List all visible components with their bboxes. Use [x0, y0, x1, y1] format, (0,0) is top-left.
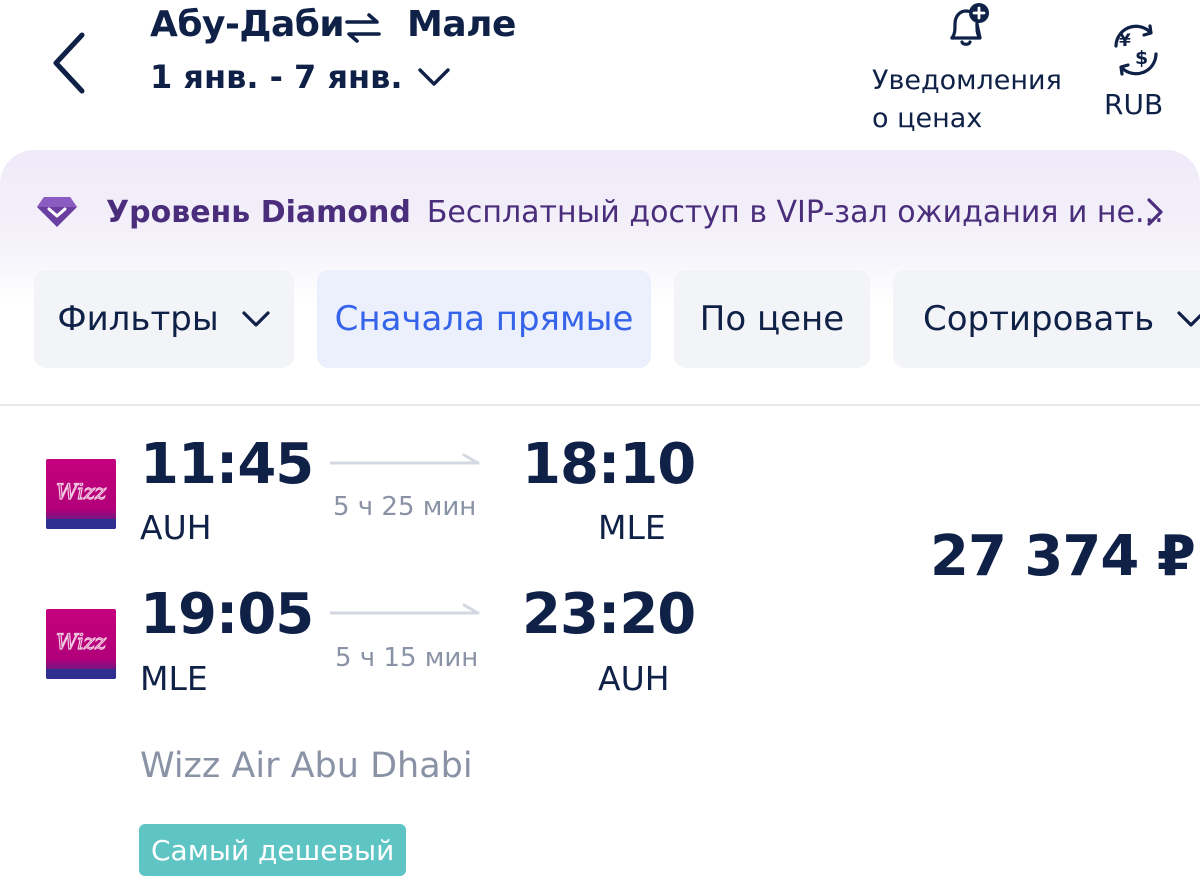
origin-city[interactable]: Абу-Даби	[150, 4, 345, 45]
airline-name: Wizz Air Abu Dhabi	[140, 746, 473, 786]
filters-button[interactable]: Фильтры	[34, 270, 294, 368]
currency-label: RUB	[1104, 88, 1164, 121]
outbound-arrival-code: MLE	[598, 508, 666, 547]
back-arrow-icon	[53, 32, 85, 94]
date-range-text: 1 янв. - 7 янв.	[150, 58, 403, 96]
sort-by-price-label: По цене	[699, 299, 845, 339]
svg-text:$: $	[1135, 47, 1148, 69]
flight-arrow-icon	[330, 603, 480, 615]
diamond-level-label: Уровень Diamond	[106, 194, 411, 230]
wizz-logo-text: Wizz	[56, 480, 107, 504]
price-alerts-label-line1: Уведомления	[872, 65, 1062, 96]
sort-button[interactable]: Сортировать	[893, 270, 1200, 368]
swap-arrows-icon[interactable]	[343, 10, 383, 46]
chevron-down-icon	[242, 311, 270, 327]
bell-plus-icon	[950, 3, 989, 46]
outbound-duration: 5 ч 25 мин	[333, 492, 477, 522]
destination-city[interactable]: Мале	[407, 4, 516, 45]
chevron-down-icon	[1177, 311, 1200, 327]
divider	[0, 404, 1200, 406]
flight-arrow-icon	[330, 453, 480, 465]
cheapest-badge: Самый дешевый	[139, 824, 407, 876]
flight-price[interactable]: 27 374 ₽	[930, 524, 1196, 589]
diamond-level-row[interactable]: Уровень Diamond Бесплатный доступ в VIP-…	[36, 192, 1176, 232]
return-arrival-time: 23:20	[522, 582, 696, 647]
return-duration: 5 ч 15 мин	[335, 643, 479, 673]
wizz-air-logo: Wizz	[46, 459, 116, 529]
date-range-selector[interactable]: 1 янв. - 7 янв.	[150, 58, 451, 96]
filters-label: Фильтры	[57, 299, 219, 339]
direct-first-button[interactable]: Сначала прямые	[317, 270, 651, 368]
outbound-departure-code: AUH	[140, 508, 212, 547]
chevron-down-icon	[417, 68, 450, 86]
price-alerts-label-line2: о ценах	[872, 103, 983, 134]
wizz-logo-text: Wizz	[56, 630, 107, 654]
return-departure-code: MLE	[140, 659, 208, 698]
sort-label: Сортировать	[923, 299, 1155, 339]
return-arrival-code: AUH	[598, 659, 670, 698]
svg-text:¥: ¥	[1119, 31, 1131, 51]
header: Абу-Даби Мале 1 янв. - 7 янв. Уведомлени…	[0, 0, 1200, 150]
price-alerts-button[interactable]: Уведомления о ценах	[868, 0, 1064, 148]
chevron-right-icon	[1147, 198, 1163, 226]
outbound-arrival-time: 18:10	[522, 432, 696, 497]
return-departure-time: 19:05	[140, 582, 314, 647]
diamond-benefit-text: Бесплатный доступ в VIP-зал ожидания и н…	[426, 194, 1164, 230]
wizz-air-logo: Wizz	[46, 609, 116, 679]
currency-button[interactable]: ¥ $ RUB	[1096, 20, 1172, 130]
direct-first-label: Сначала прямые	[334, 299, 634, 339]
outbound-departure-time: 11:45	[140, 432, 314, 497]
diamond-icon	[37, 197, 77, 227]
price-alerts-label: Уведомления о ценах	[872, 62, 1072, 138]
back-button[interactable]	[40, 28, 100, 98]
sort-by-price-button[interactable]: По цене	[674, 270, 870, 368]
currency-exchange-icon: ¥ $	[1114, 24, 1158, 76]
